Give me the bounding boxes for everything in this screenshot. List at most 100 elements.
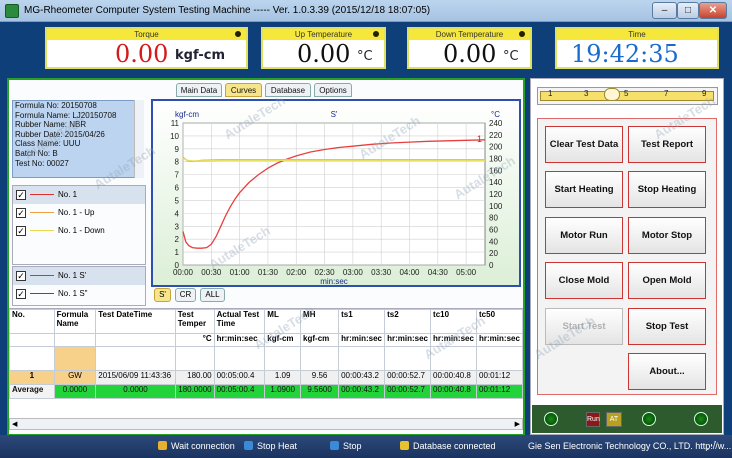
y-tick-label: 3 [175, 222, 180, 231]
open-mold-button[interactable]: Open Mold [628, 262, 706, 299]
scroll-right-icon[interactable]: ▶ [515, 420, 520, 428]
results-table: No. Formula Name Test DateTime Test Temp… [9, 308, 523, 418]
col-header[interactable]: Test DateTime [95, 309, 176, 334]
plot-area [182, 122, 486, 266]
info-scrollbar[interactable] [134, 100, 144, 178]
y2-tick-label: 180 [489, 155, 503, 164]
col-header[interactable]: Formula Name [53, 309, 97, 334]
legend-item-no1[interactable]: ✓ No. 1 [13, 186, 145, 204]
checkbox-checked-icon[interactable]: ✓ [16, 190, 26, 200]
start-heating-button[interactable]: Start Heating [545, 171, 623, 208]
torque-unit: kgf-cm [175, 48, 226, 63]
resize-grip-icon[interactable]: ⋰ [706, 439, 717, 453]
stop-test-button[interactable]: Stop Test [628, 308, 706, 345]
table-filter-row [9, 346, 523, 371]
test-report-button[interactable]: Test Report [628, 126, 706, 163]
minimize-button[interactable]: – [652, 2, 677, 19]
col-header[interactable]: ts2 [384, 309, 432, 334]
y2-tick-label: 20 [489, 249, 498, 258]
unit-cell: hr:min:sec [384, 333, 432, 347]
tab-main-data[interactable]: Main Data [176, 83, 222, 97]
col-header[interactable]: ML [264, 309, 302, 334]
close-button[interactable]: ✕ [699, 2, 727, 19]
col-header[interactable]: ts1 [338, 309, 386, 334]
clear-test-data-button[interactable]: Clear Test Data [545, 126, 623, 163]
col-header[interactable]: Actual Test Time [213, 309, 266, 334]
legend-item-no1-down[interactable]: ✓ No. 1 - Down [13, 222, 145, 240]
close-mold-button[interactable]: Close Mold [545, 262, 623, 299]
formula-name: Formula Name: LJ20150708 [15, 110, 117, 120]
chart-tab-s-prime[interactable]: S' [154, 288, 171, 302]
status-database: Database connected [400, 439, 496, 453]
checkbox-checked-icon[interactable]: ✓ [16, 208, 26, 218]
x-tick-label: 00:00 [173, 268, 194, 277]
status-motor: Stop [330, 439, 362, 453]
status-heat: Stop Heat [244, 439, 297, 453]
x-tick-label: 04:00 [399, 268, 420, 277]
app-icon [5, 4, 19, 18]
slider-thumb[interactable] [604, 88, 620, 101]
slider-tick: 5 [624, 89, 629, 98]
x-tick-label: 01:30 [258, 268, 279, 277]
y2-tick-label: 60 [489, 226, 498, 235]
down-temperature-label: Down Temperature [409, 29, 530, 40]
test-no: Test No: 00027 [15, 158, 69, 168]
checkbox-checked-icon[interactable]: ✓ [16, 226, 26, 236]
unit-cell: hr:min:sec [338, 333, 386, 347]
col-header[interactable]: tc10 [430, 309, 478, 334]
rubber-name: Rubber Name: NBR [15, 120, 87, 130]
table-row[interactable]: 1 GW 2015/06/09 11:43:36 180.00 00:05:00… [9, 370, 523, 385]
motor-run-button[interactable]: Motor Run [545, 217, 623, 254]
series-label: 1 [477, 134, 482, 144]
down-temperature-indicator-icon [519, 31, 525, 37]
tab-options[interactable]: Options [314, 83, 352, 97]
y2-tick-label: 80 [489, 214, 498, 223]
motor-stop-button[interactable]: Motor Stop [628, 217, 706, 254]
results-grid: No. Formula Name Test DateTime Test Temp… [9, 309, 523, 399]
y2-tick-label: 240 [489, 119, 503, 128]
status-led-icon [544, 412, 558, 426]
start-test-button[interactable]: Start Test [545, 308, 623, 345]
y-tick-label: 11 [171, 119, 180, 128]
col-header[interactable]: MH [300, 309, 340, 334]
unit-cell: kgf-cm [300, 333, 340, 347]
col-header[interactable]: tc50 [476, 309, 523, 334]
y-axis-label: kgf-cm [175, 110, 199, 119]
table-horizontal-scrollbar[interactable]: ◀ ▶ [9, 418, 523, 430]
legend-item-no1-up[interactable]: ✓ No. 1 - Up [13, 204, 145, 222]
scroll-left-icon[interactable]: ◀ [12, 420, 17, 428]
maximize-button[interactable]: □ [677, 2, 699, 19]
slider-tick: 9 [702, 89, 707, 98]
stop-heating-button[interactable]: Stop Heating [628, 171, 706, 208]
legend-item-no1-s-prime[interactable]: ✓ No. 1 S' [13, 267, 145, 285]
checkbox-checked-icon[interactable]: ✓ [16, 271, 26, 281]
x-tick-label: 01:00 [230, 268, 251, 277]
legend-item-no1-s-double-prime[interactable]: ✓ No. 1 S" [13, 285, 145, 303]
y2-tick-label: 140 [489, 178, 503, 187]
tab-database[interactable]: Database [265, 83, 311, 97]
torque-indicator-icon [235, 31, 241, 37]
time-label: Time [557, 29, 717, 40]
y2-tick-label: 100 [489, 202, 503, 211]
chart-tab-cr[interactable]: CR [175, 288, 196, 302]
time-value: 19:42:35 [571, 40, 679, 68]
chart-tab-all[interactable]: ALL [200, 288, 225, 302]
y2-tick-label: 160 [489, 166, 503, 175]
curve-type-legend-list: ✓ No. 1 S' ✓ No. 1 S" [12, 266, 146, 306]
up-temperature-unit: °C [357, 49, 373, 64]
up-temperature-indicator-icon [373, 31, 379, 37]
torque-value: 0.00 [115, 40, 169, 68]
y2-tick-label: 220 [489, 131, 503, 140]
tab-curves[interactable]: Curves [225, 83, 262, 97]
up-temperature-value: 0.00 [297, 40, 351, 68]
about-button[interactable]: About... [628, 353, 706, 390]
col-header[interactable]: Test Temper [174, 309, 215, 334]
torque-curve-chart: 0123456789101102040608010012014016018020… [170, 110, 503, 285]
checkbox-checked-icon[interactable]: ✓ [16, 289, 26, 299]
col-header[interactable]: No. [9, 309, 55, 334]
database-icon [400, 441, 409, 450]
rubber-date: Rubber Date: 2015/04/26 [15, 129, 105, 139]
x-tick-label: 03:00 [343, 268, 364, 277]
x-tick-label: 05:00 [456, 268, 477, 277]
y-tick-label: 1 [175, 248, 180, 257]
